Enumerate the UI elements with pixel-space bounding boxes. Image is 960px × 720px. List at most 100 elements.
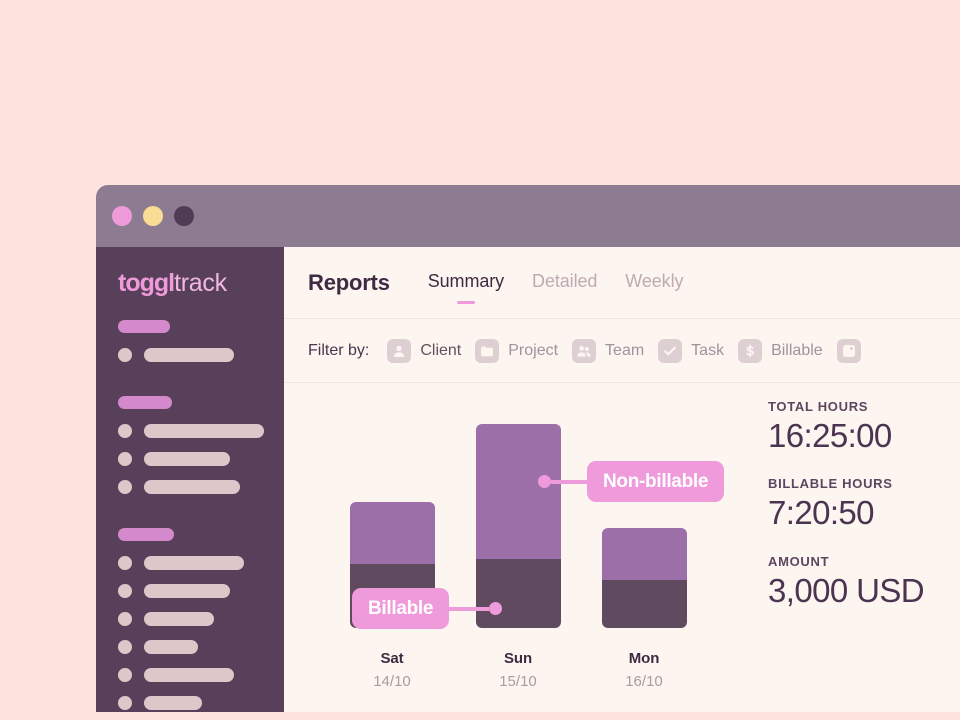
sidebar-item-label — [144, 584, 230, 598]
callout-billable[interactable]: Billable — [352, 588, 503, 629]
sidebar-item-bullet-icon — [118, 584, 132, 598]
sidebar-item-bullet-icon — [118, 556, 132, 570]
minimize-window-icon[interactable] — [143, 206, 163, 226]
sidebar-item-label — [144, 452, 230, 466]
sidebar-item-label — [144, 640, 198, 654]
sidebar-item-label — [144, 348, 234, 362]
logo-light-text: track — [174, 269, 227, 297]
filter-chip-client[interactable]: Client — [387, 338, 462, 363]
axis-day-label: Mon — [628, 650, 660, 667]
sidebar-item-bullet-icon — [118, 640, 132, 654]
stat-value: 16:25:00 — [768, 417, 892, 454]
sidebar-item[interactable] — [118, 348, 284, 362]
sidebar-item[interactable] — [118, 696, 284, 710]
filter-chip-project[interactable]: Project — [475, 338, 559, 363]
page-header: Reports Summary Detailed Weekly — [284, 247, 960, 319]
sidebar-item-label — [144, 696, 202, 710]
filter-chip-label: Task — [691, 341, 725, 359]
toggl-track-logo[interactable]: toggltrack — [96, 269, 284, 298]
sidebar-group-heading — [118, 396, 172, 409]
maximize-window-icon[interactable] — [174, 206, 194, 226]
summary-stats: TOTAL HOURS 16:25:00 BILLABLE HOURS 7:20… — [768, 399, 925, 631]
tab-weekly[interactable]: Weekly — [625, 271, 683, 295]
callout-connector — [551, 479, 587, 484]
axis-tick-sun: Sun 15/10 — [455, 650, 581, 690]
app-window: toggltrack Reports Summary Detailed Week… — [96, 185, 960, 712]
summary-bar-chart: Sat 14/10 Sun 15/10 Mon 16/10 — [284, 383, 744, 712]
page-title: Reports — [308, 269, 390, 295]
people-icon — [572, 338, 597, 363]
filter-chip-task[interactable]: Task — [658, 338, 725, 363]
sidebar-item-bullet-icon — [118, 612, 132, 626]
tag-icon — [836, 338, 861, 363]
filter-chip-tag[interactable] — [836, 338, 870, 363]
stat-label: TOTAL HOURS — [768, 399, 869, 414]
sidebar-group-2 — [96, 396, 284, 494]
sidebar-item-label — [144, 480, 240, 494]
sidebar-group-3 — [96, 528, 284, 710]
stacked-bar[interactable] — [601, 528, 687, 628]
person-icon — [387, 338, 412, 363]
filter-bar: Filter by: Client Project Team Task Bill… — [284, 319, 960, 383]
bar-column-mon — [581, 528, 707, 628]
axis-date-label: 16/10 — [625, 673, 663, 690]
sidebar-item[interactable] — [118, 668, 284, 682]
filter-chip-label: Client — [420, 341, 462, 359]
app-root: toggltrack Reports Summary Detailed Week… — [0, 0, 960, 720]
bar-segment-nonbillable[interactable] — [601, 528, 687, 580]
filter-chip-team[interactable]: Team — [572, 338, 645, 363]
axis-date-label: 14/10 — [373, 673, 411, 690]
sidebar-group-heading — [118, 528, 174, 541]
axis-tick-sat: Sat 14/10 — [329, 650, 455, 690]
sidebar-item[interactable] — [118, 640, 284, 654]
stat-label: AMOUNT — [768, 553, 830, 569]
sidebar-group-heading — [118, 320, 170, 333]
sidebar-item[interactable] — [118, 480, 284, 494]
stat-amount: AMOUNT 3,000 USD — [768, 553, 925, 609]
close-window-icon[interactable] — [112, 206, 132, 226]
sidebar-item-label — [144, 612, 214, 626]
report-tabs: Summary Detailed Weekly — [420, 271, 684, 295]
bar-segment-billable[interactable] — [601, 580, 687, 628]
sidebar-item[interactable] — [118, 424, 284, 438]
filter-chip-label: Project — [508, 341, 559, 359]
check-icon — [658, 338, 683, 363]
axis-date-label: 15/10 — [499, 673, 537, 690]
sidebar-item-label — [144, 668, 234, 682]
sidebar-item[interactable] — [118, 452, 284, 466]
callout-label: Billable — [352, 588, 450, 629]
sidebar-item-label — [144, 556, 244, 570]
sidebar-item-bullet-icon — [118, 424, 132, 438]
stat-value: 3,000 USD — [768, 571, 925, 609]
callout-anchor-dot — [489, 602, 503, 615]
sidebar-item-bullet-icon — [118, 452, 132, 466]
window-titlebar — [96, 185, 960, 247]
filter-chip-label: Team — [605, 341, 645, 359]
sidebar: toggltrack — [96, 247, 284, 712]
tab-summary[interactable]: Summary — [428, 271, 504, 295]
callout-nonbillable[interactable]: Non-billable — [538, 461, 725, 502]
sidebar-item[interactable] — [118, 556, 284, 570]
callout-label: Non-billable — [587, 461, 725, 502]
sidebar-item-bullet-icon — [118, 668, 132, 682]
sidebar-group-1 — [96, 320, 284, 362]
report-body: Sat 14/10 Sun 15/10 Mon 16/10 TOTAL HOUR… — [284, 383, 960, 712]
callout-connector — [449, 606, 490, 611]
sidebar-item-bullet-icon — [118, 348, 132, 362]
logo-bold-text: toggl — [118, 269, 175, 297]
chart-x-axis: Sat 14/10 Sun 15/10 Mon 16/10 — [329, 650, 709, 690]
tab-detailed[interactable]: Detailed — [532, 271, 597, 295]
stat-value: 7:20:50 — [768, 494, 875, 532]
filter-chip-label: Billable — [771, 341, 823, 359]
sidebar-item-label — [144, 424, 264, 438]
filter-by-label: Filter by: — [308, 341, 370, 359]
filter-chip-billable[interactable]: S Billable — [738, 338, 823, 363]
bar-segment-nonbillable[interactable] — [349, 502, 435, 564]
folder-icon — [475, 338, 500, 363]
stat-label: BILLABLE HOURS — [768, 476, 893, 492]
sidebar-item[interactable] — [118, 612, 284, 626]
sidebar-item-bullet-icon — [118, 480, 132, 494]
axis-tick-mon: Mon 16/10 — [581, 650, 707, 690]
sidebar-item[interactable] — [118, 584, 284, 598]
axis-day-label: Sun — [503, 650, 533, 667]
